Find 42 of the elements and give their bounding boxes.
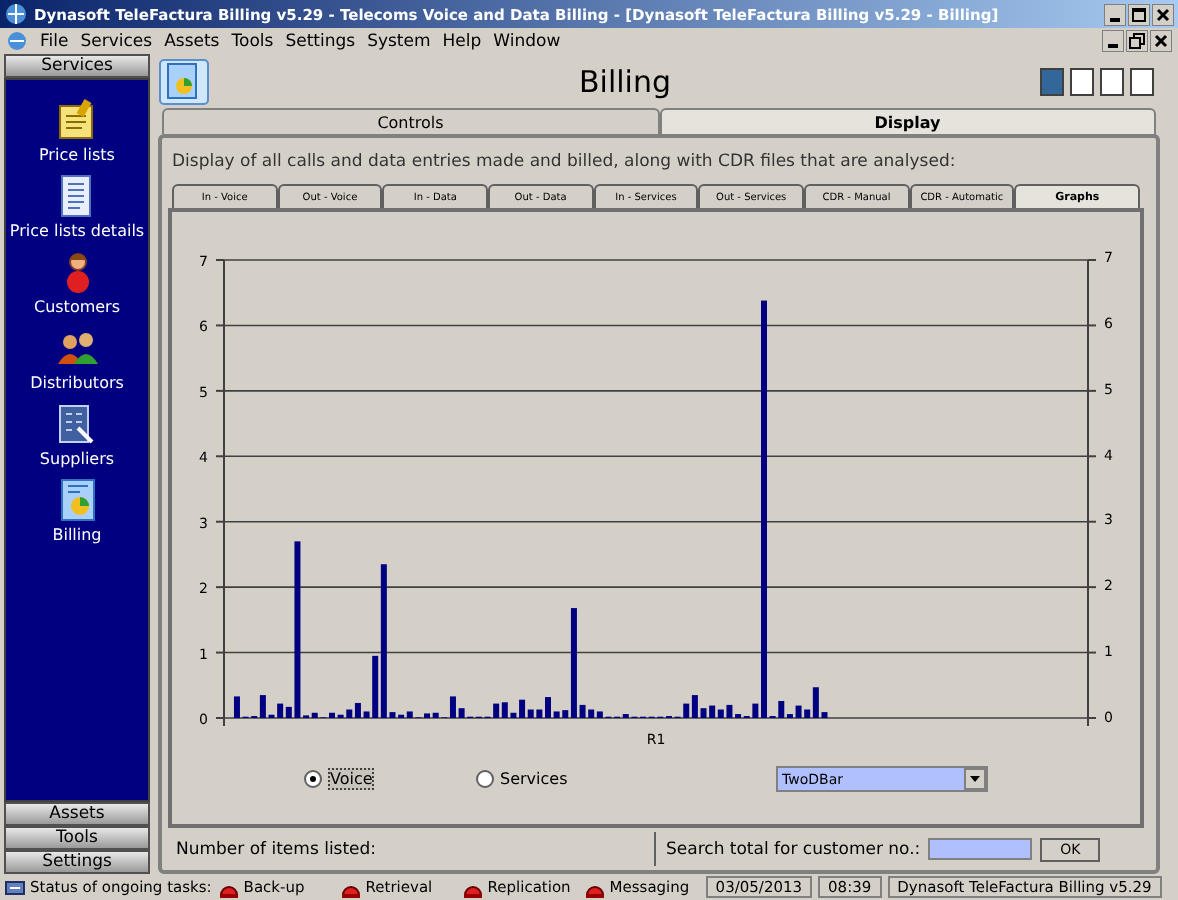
sidebar-section-button[interactable]: Settings [4,850,150,874]
sidebar-item[interactable]: Customers [33,248,121,316]
sidebar-item[interactable]: Price lists details [9,172,145,240]
menu-item[interactable]: Tools [225,31,280,51]
menu-item[interactable]: Help [436,31,488,51]
tab[interactable]: Display [659,108,1156,136]
app-icon[interactable] [6,30,28,52]
tab[interactable]: Controls [162,108,659,134]
menu-item[interactable]: Settings [279,31,362,51]
radio-button[interactable] [304,770,322,788]
minimize-button[interactable] [1102,30,1124,52]
status-icon [4,877,26,897]
radio-button[interactable] [476,770,494,788]
maximize-button[interactable] [1128,3,1150,25]
close-button[interactable] [1152,3,1174,25]
menu-item[interactable]: System [361,31,437,51]
items-count-label: Number of items listed: [176,839,377,859]
layout-button[interactable] [1130,68,1154,96]
app-icon [4,2,28,26]
description-text: Display of all calls and data entries made and billed, along with CDR files that are analysed: [170,150,958,176]
sidebar-item[interactable]: Distributors [30,324,124,392]
menu-item[interactable]: Services [74,31,159,51]
billing-icon [158,58,210,106]
sidebar-item[interactable]: Suppliers [39,400,115,468]
radio-label[interactable]: Services [500,770,568,788]
close-button[interactable] [1150,30,1172,52]
sidebar-item[interactable]: Billing [52,476,102,544]
sidebar-section-button[interactable]: Tools [4,826,150,850]
menu-item[interactable]: Window [487,31,567,51]
sidebar-item[interactable]: Price lists [39,96,115,164]
menu-item[interactable]: File [34,31,75,51]
layout-button[interactable] [1100,68,1124,96]
minimize-button[interactable] [1104,3,1126,25]
layout-button[interactable] [1070,68,1094,96]
page-title: Billing [577,64,673,100]
restore-button[interactable] [1126,30,1148,52]
radio-label[interactable]: Voice [328,768,375,790]
search-label: Search total for customer no.: [666,839,921,859]
sidebar-section-button[interactable]: Assets [4,802,150,826]
customer-number-field[interactable] [928,838,1033,860]
menu-item[interactable]: Assets [158,31,226,51]
sidebar-section-button[interactable]: Services [4,54,150,78]
